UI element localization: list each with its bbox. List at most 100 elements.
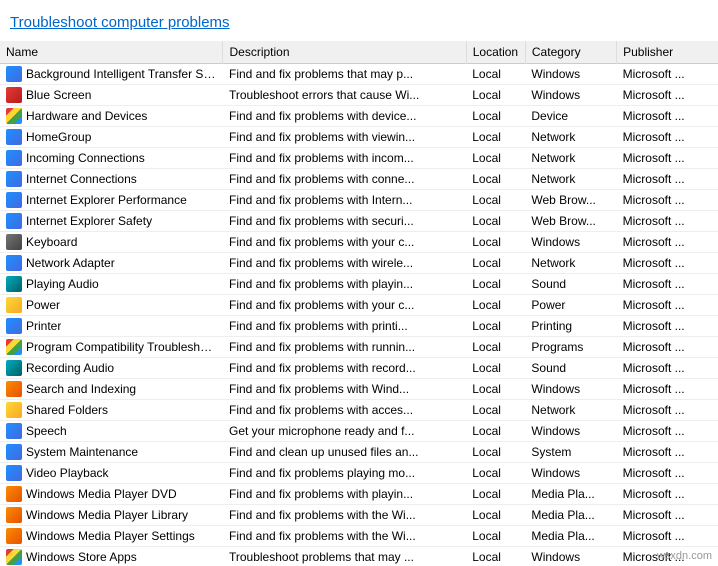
cell-name: Keyboard [0, 232, 223, 253]
cell-name: Shared Folders [0, 400, 223, 421]
cell-location: Local [466, 337, 525, 358]
cell-publisher: Microsoft ... [617, 421, 718, 442]
cell-category: Network [525, 148, 616, 169]
table-row[interactable]: Windows Store AppsTroubleshoot problems … [0, 547, 718, 566]
cell-category: Network [525, 169, 616, 190]
table-row[interactable]: Background Intelligent Transfer ServiceF… [0, 64, 718, 85]
item-name: Hardware and Devices [26, 109, 147, 123]
table-row[interactable]: Hardware and Devices Find and fix problem… [0, 106, 718, 127]
cell-location: Local [466, 211, 525, 232]
item-icon [6, 66, 22, 82]
item-icon [6, 549, 22, 565]
table-row[interactable]: PowerFind and fix problems with your c..… [0, 295, 718, 316]
cell-category: Windows [525, 547, 616, 566]
table-row[interactable]: Playing Audio Find and fix problems with … [0, 274, 718, 295]
table-row[interactable]: Incoming Connections Find and fix problem… [0, 148, 718, 169]
item-name: Video Playback [26, 466, 109, 480]
table-row[interactable]: Windows Media Player SettingsFind and fi… [0, 526, 718, 547]
cell-category: Network [525, 400, 616, 421]
table-row[interactable]: PrinterFind and fix problems with printi… [0, 316, 718, 337]
cell-category: Printing [525, 316, 616, 337]
cell-category: Sound [525, 358, 616, 379]
item-icon [6, 276, 22, 292]
cell-name: Internet Connections [0, 169, 223, 190]
col-header-name[interactable]: Name [0, 41, 223, 64]
table-row[interactable]: KeyboardFind and fix problems with your … [0, 232, 718, 253]
table-row[interactable]: Internet Connections Find and fix problem… [0, 169, 718, 190]
cell-category: Windows [525, 85, 616, 106]
page-title[interactable]: Troubleshoot computer problems [0, 10, 718, 41]
cell-location: Local [466, 148, 525, 169]
cell-location: Local [466, 190, 525, 211]
table-row[interactable]: System MaintenanceFind and clean up unus… [0, 442, 718, 463]
cell-location: Local [466, 127, 525, 148]
cell-location: Local [466, 106, 525, 127]
cell-name: Recording Audio [0, 358, 223, 379]
item-name: Internet Connections [26, 172, 137, 186]
cell-location: Local [466, 526, 525, 547]
troubleshooter-table: Name Description Location Category Publi… [0, 41, 718, 566]
table-row[interactable]: Recording AudioFind and fix problems wit… [0, 358, 718, 379]
table-row[interactable]: Search and IndexingFind and fix problems… [0, 379, 718, 400]
col-header-pub[interactable]: Publisher [617, 41, 718, 64]
item-name: System Maintenance [26, 445, 138, 459]
cell-publisher: Microsoft ... [617, 274, 718, 295]
table-row[interactable]: Shared FoldersFind and fix problems with… [0, 400, 718, 421]
cell-location: Local [466, 547, 525, 566]
cell-publisher: Microsoft ... [617, 85, 718, 106]
cell-publisher: Microsoft ... [617, 211, 718, 232]
item-icon [6, 297, 22, 313]
cell-location: Local [466, 85, 525, 106]
cell-description: Find and fix problems with device... [223, 106, 466, 127]
cell-category: Network [525, 253, 616, 274]
cell-name: Printer [0, 316, 223, 337]
table-row[interactable]: Windows Media Player DVDFind and fix pro… [0, 484, 718, 505]
table-row[interactable]: Internet Explorer Safety Find and fix pro… [0, 211, 718, 232]
table-row[interactable]: Network AdapterFind and fix problems wit… [0, 253, 718, 274]
cell-name: Internet Explorer Performance [0, 190, 223, 211]
main-window: Troubleshoot computer problems Name Desc… [0, 0, 718, 566]
table-row[interactable]: Blue ScreenTroubleshoot errors that caus… [0, 85, 718, 106]
item-name: Playing Audio [26, 277, 99, 291]
table-row[interactable]: Video PlaybackFind and fix problems play… [0, 463, 718, 484]
cell-description: Find and fix problems with Wind... [223, 379, 466, 400]
cell-description: Find and fix problems with runnin... [223, 337, 466, 358]
cell-description: Find and fix problems with the Wi... [223, 526, 466, 547]
cell-category: Device [525, 106, 616, 127]
cell-publisher: Microsoft ... [617, 526, 718, 547]
cell-name: Video Playback [0, 463, 223, 484]
item-name: Windows Media Player Library [26, 508, 188, 522]
cell-publisher: Microsoft ... [617, 169, 718, 190]
cell-publisher: Microsoft ... [617, 253, 718, 274]
cell-publisher: Microsoft ... [617, 358, 718, 379]
cell-name: HomeGroup [0, 127, 223, 148]
item-icon [6, 150, 22, 166]
item-icon [6, 234, 22, 250]
cell-description: Find and fix problems with securi... [223, 211, 466, 232]
table-header: Name Description Location Category Publi… [0, 41, 718, 64]
cell-publisher: Microsoft ... [617, 484, 718, 505]
item-icon [6, 129, 22, 145]
table-row[interactable]: Program Compatibility TroubleshooterFind… [0, 337, 718, 358]
cell-location: Local [466, 169, 525, 190]
cell-category: Windows [525, 463, 616, 484]
cell-description: Find and fix problems with incom... [223, 148, 466, 169]
item-name: Internet Explorer Safety [26, 214, 152, 228]
table-row[interactable]: HomeGroupFind and fix problems with view… [0, 127, 718, 148]
item-name: Incoming Connections [26, 151, 145, 165]
col-header-loc[interactable]: Location [466, 41, 525, 64]
cell-category: Windows [525, 379, 616, 400]
item-icon [6, 402, 22, 418]
cell-category: Media Pla... [525, 484, 616, 505]
cell-publisher: Microsoft ... [617, 400, 718, 421]
cell-location: Local [466, 484, 525, 505]
col-header-desc[interactable]: Description [223, 41, 466, 64]
cell-description: Find and fix problems with conne... [223, 169, 466, 190]
cell-description: Find and fix problems with wirele... [223, 253, 466, 274]
table-row[interactable]: Windows Media Player LibraryFind and fix… [0, 505, 718, 526]
table-row[interactable]: SpeechGet your microphone ready and f...… [0, 421, 718, 442]
table-row[interactable]: Internet Explorer PerformanceFind and fi… [0, 190, 718, 211]
cell-category: Programs [525, 337, 616, 358]
col-header-cat[interactable]: Category [525, 41, 616, 64]
cell-description: Find and fix problems with playin... [223, 274, 466, 295]
